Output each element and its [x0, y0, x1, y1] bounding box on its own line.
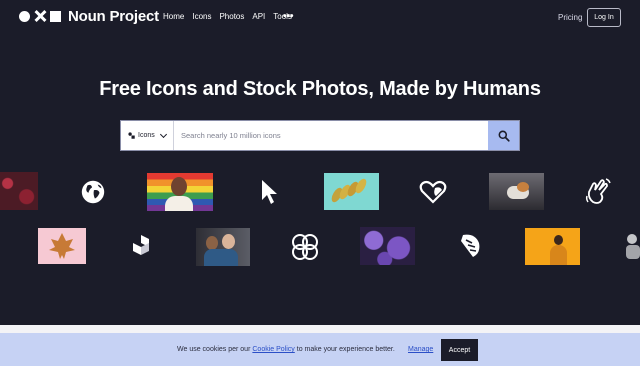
search-icon — [498, 130, 510, 142]
monstera-leaf-icon[interactable] — [456, 230, 484, 260]
login-button[interactable]: Log In — [587, 8, 621, 27]
noun-project-logo[interactable] — [19, 10, 61, 22]
nav-photos[interactable]: Photos — [219, 12, 244, 21]
search-type-dropdown[interactable]: Icons — [121, 121, 174, 150]
cookie-text-before: We use cookies per our — [177, 346, 251, 353]
search-type-label: Icons — [138, 132, 155, 139]
more-menu-icon[interactable]: ••• — [283, 12, 294, 22]
cookie-policy-link[interactable]: Cookie Policy — [252, 346, 294, 353]
globe-icon[interactable] — [78, 177, 108, 207]
family-photo[interactable] — [196, 228, 250, 266]
cursor-arrow-icon[interactable] — [257, 177, 281, 207]
accept-cookies-button[interactable]: Accept — [441, 339, 478, 361]
page-divider — [0, 325, 640, 333]
partial-figure-icon[interactable] — [622, 230, 640, 262]
cookie-banner: We use cookies per our Cookie Policy to … — [0, 333, 640, 366]
pricing-link[interactable]: Pricing — [558, 13, 582, 22]
brand-name[interactable]: Noun Project — [68, 8, 159, 25]
cookie-text-after: to make your experience better. — [296, 346, 395, 353]
icon-shapes-icon — [128, 132, 135, 139]
nav-home[interactable]: Home — [163, 12, 184, 21]
blocks-icon[interactable] — [128, 232, 154, 260]
top-navigation: Noun Project Home Icons Photos API Tools… — [0, 0, 640, 36]
pride-flag-person-photo[interactable] — [147, 173, 213, 211]
nav-icons[interactable]: Icons — [192, 12, 211, 21]
berries-photo[interactable] — [0, 172, 38, 210]
main-nav: Home Icons Photos API Tools — [163, 12, 292, 21]
hand-wave-icon[interactable] — [583, 175, 613, 207]
heart-hands-icon[interactable] — [418, 176, 448, 206]
cookie-message: We use cookies per our Cookie Policy to … — [177, 346, 395, 353]
manage-cookies-link[interactable]: Manage — [408, 346, 433, 353]
search-bar: Icons — [120, 120, 520, 151]
search-button[interactable] — [488, 121, 519, 150]
search-input[interactable] — [174, 121, 488, 150]
autumn-leaf-photo[interactable] — [38, 228, 86, 264]
leaves-on-teal-photo[interactable] — [324, 173, 379, 210]
purple-flowers-photo[interactable] — [360, 227, 415, 265]
hero-title: Free Icons and Stock Photos, Made by Hum… — [99, 78, 541, 100]
cat-photo[interactable] — [489, 173, 544, 210]
orange-portrait-photo[interactable] — [525, 228, 580, 265]
chevron-down-icon — [159, 130, 167, 138]
circles-pattern-icon[interactable] — [289, 231, 321, 263]
logo-mark-icon — [19, 10, 61, 22]
nav-api[interactable]: API — [252, 12, 265, 21]
